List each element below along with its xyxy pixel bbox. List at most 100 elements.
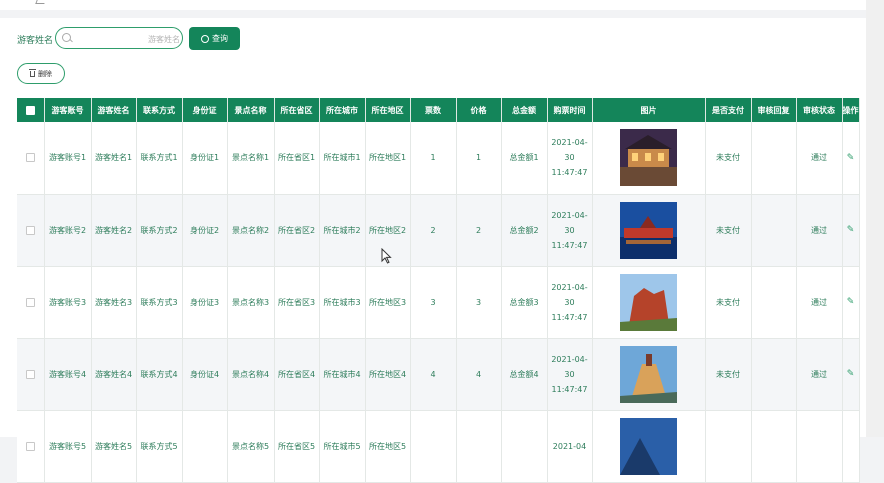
cell-contact: 联系方式3: [136, 266, 183, 339]
edit-icon[interactable]: ✎: [847, 295, 855, 310]
query-button[interactable]: 查询: [189, 27, 240, 50]
cell-contact: 联系方式4: [136, 338, 183, 411]
cell-total: [501, 410, 548, 483]
row-select-cell[interactable]: [17, 122, 45, 195]
cell-paid: 未支付: [705, 194, 752, 267]
collapse-arrow-icon[interactable]: [35, 0, 46, 4]
column-header[interactable]: 是否支付: [705, 98, 752, 122]
cell-price: 1: [456, 122, 502, 195]
cell-tickets: 4: [410, 338, 457, 411]
column-header[interactable]: 所在地区: [365, 98, 411, 122]
column-header[interactable]: 票数: [410, 98, 457, 122]
row-checkbox[interactable]: [25, 369, 35, 379]
cell-scenic: 景点名称3: [227, 266, 275, 339]
search-input[interactable]: [72, 30, 182, 48]
column-header[interactable]: 联系方式: [136, 98, 183, 122]
column-header[interactable]: 审核回复: [751, 98, 797, 122]
data-table: 游客账号 游客姓名 联系方式 身份证 景点名称 所在省区 所在城市 所在地区 票…: [17, 98, 860, 483]
cell-image[interactable]: [592, 194, 706, 267]
cell-district: 所在地区4: [365, 338, 411, 411]
row-select-cell[interactable]: [17, 194, 45, 267]
column-header[interactable]: 操作: [842, 98, 860, 122]
cell-scenic: 景点名称2: [227, 194, 275, 267]
scenic-photo[interactable]: [620, 129, 677, 187]
edit-icon[interactable]: ✎: [847, 151, 855, 166]
cell-name: 游客姓名1: [91, 122, 137, 195]
cell-status: 通过: [796, 266, 843, 339]
column-header[interactable]: 购票时间: [547, 98, 593, 122]
select-all-checkbox[interactable]: [25, 105, 35, 115]
column-header[interactable]: 身份证: [182, 98, 228, 122]
cell-province: 所在省区1: [274, 122, 320, 195]
cell-name: 游客姓名2: [91, 194, 137, 267]
cell-time: 2021-04-30 11:47:47: [547, 338, 593, 411]
cell-image[interactable]: [592, 122, 706, 195]
cell-time: 2021-04-30 11:47:47: [547, 122, 593, 195]
table-row: 游客账号5 游客姓名5 联系方式5 景点名称5 所在省区5 所在城市5 所在地区5 2021-…: [17, 410, 860, 483]
column-header[interactable]: 所在省区: [274, 98, 320, 122]
cell-name: 游客姓名4: [91, 338, 137, 411]
cell-price: [456, 410, 502, 483]
select-all-header[interactable]: [17, 98, 45, 122]
column-header[interactable]: 游客姓名: [91, 98, 137, 122]
cell-actions[interactable]: ✎: [842, 122, 860, 195]
cell-total: 总金额2: [501, 194, 548, 267]
cell-city: 所在城市3: [319, 266, 366, 339]
cell-image[interactable]: [592, 338, 706, 411]
cell-actions[interactable]: ✎: [842, 194, 860, 267]
column-header[interactable]: 图片: [592, 98, 706, 122]
row-select-cell[interactable]: [17, 410, 45, 483]
mouse-cursor-icon: [381, 248, 392, 264]
scenic-photo[interactable]: [620, 345, 677, 403]
cell-idcard: 身份证4: [182, 338, 228, 411]
table-row: 游客账号1 游客姓名1 联系方式1 身份证1 景点名称1 所在省区1 所在城市1 所在地区1 1…: [17, 122, 860, 195]
search-icon: [62, 33, 71, 42]
cell-contact: 联系方式5: [136, 410, 183, 483]
table-header-row: 游客账号 游客姓名 联系方式 身份证 景点名称 所在省区 所在城市 所在地区 票…: [17, 98, 860, 122]
cell-province: 所在省区4: [274, 338, 320, 411]
cell-reply: [751, 338, 797, 411]
top-bar: [0, 0, 866, 10]
table-row: 游客账号3 游客姓名3 联系方式3 身份证3 景点名称3 所在省区3 所在城市3 所在地区3 3…: [17, 266, 860, 339]
column-header[interactable]: 游客账号: [44, 98, 92, 122]
cell-reply: [751, 266, 797, 339]
cell-time: 2021-04-30 11:47:47: [547, 266, 593, 339]
cell-actions[interactable]: ✎: [842, 338, 860, 411]
cell-image[interactable]: [592, 410, 706, 483]
column-header[interactable]: 景点名称: [227, 98, 275, 122]
row-checkbox[interactable]: [25, 153, 35, 163]
cell-price: 4: [456, 338, 502, 411]
column-header[interactable]: 价格: [456, 98, 502, 122]
column-header[interactable]: 审核状态: [796, 98, 843, 122]
page-scrollbar[interactable]: [866, 0, 884, 437]
delete-button[interactable]: 删除: [17, 63, 65, 84]
cell-scenic: 景点名称1: [227, 122, 275, 195]
cell-reply: [751, 122, 797, 195]
row-checkbox[interactable]: [25, 297, 35, 307]
cell-province: 所在省区5: [274, 410, 320, 483]
cell-reply: [751, 194, 797, 267]
cell-status: 通过: [796, 122, 843, 195]
cell-account: 游客账号4: [44, 338, 92, 411]
scenic-photo[interactable]: [620, 417, 677, 475]
row-checkbox[interactable]: [25, 225, 35, 235]
edit-icon[interactable]: ✎: [847, 367, 855, 382]
edit-icon[interactable]: ✎: [847, 223, 855, 238]
row-checkbox[interactable]: [25, 441, 35, 451]
search-input-box[interactable]: [55, 27, 183, 49]
cell-image[interactable]: [592, 266, 706, 339]
cell-status: 通过: [796, 338, 843, 411]
column-header[interactable]: 总金额: [501, 98, 548, 122]
cell-paid: 未支付: [705, 266, 752, 339]
column-header[interactable]: 所在城市: [319, 98, 366, 122]
scenic-photo[interactable]: [620, 201, 677, 259]
scenic-photo[interactable]: [620, 273, 677, 331]
cell-idcard: [182, 410, 228, 483]
cell-district: 所在地区1: [365, 122, 411, 195]
cell-account: 游客账号5: [44, 410, 92, 483]
cell-tickets: 2: [410, 194, 457, 267]
row-select-cell[interactable]: [17, 266, 45, 339]
cell-actions[interactable]: [842, 410, 860, 483]
row-select-cell[interactable]: [17, 338, 45, 411]
cell-actions[interactable]: ✎: [842, 266, 860, 339]
